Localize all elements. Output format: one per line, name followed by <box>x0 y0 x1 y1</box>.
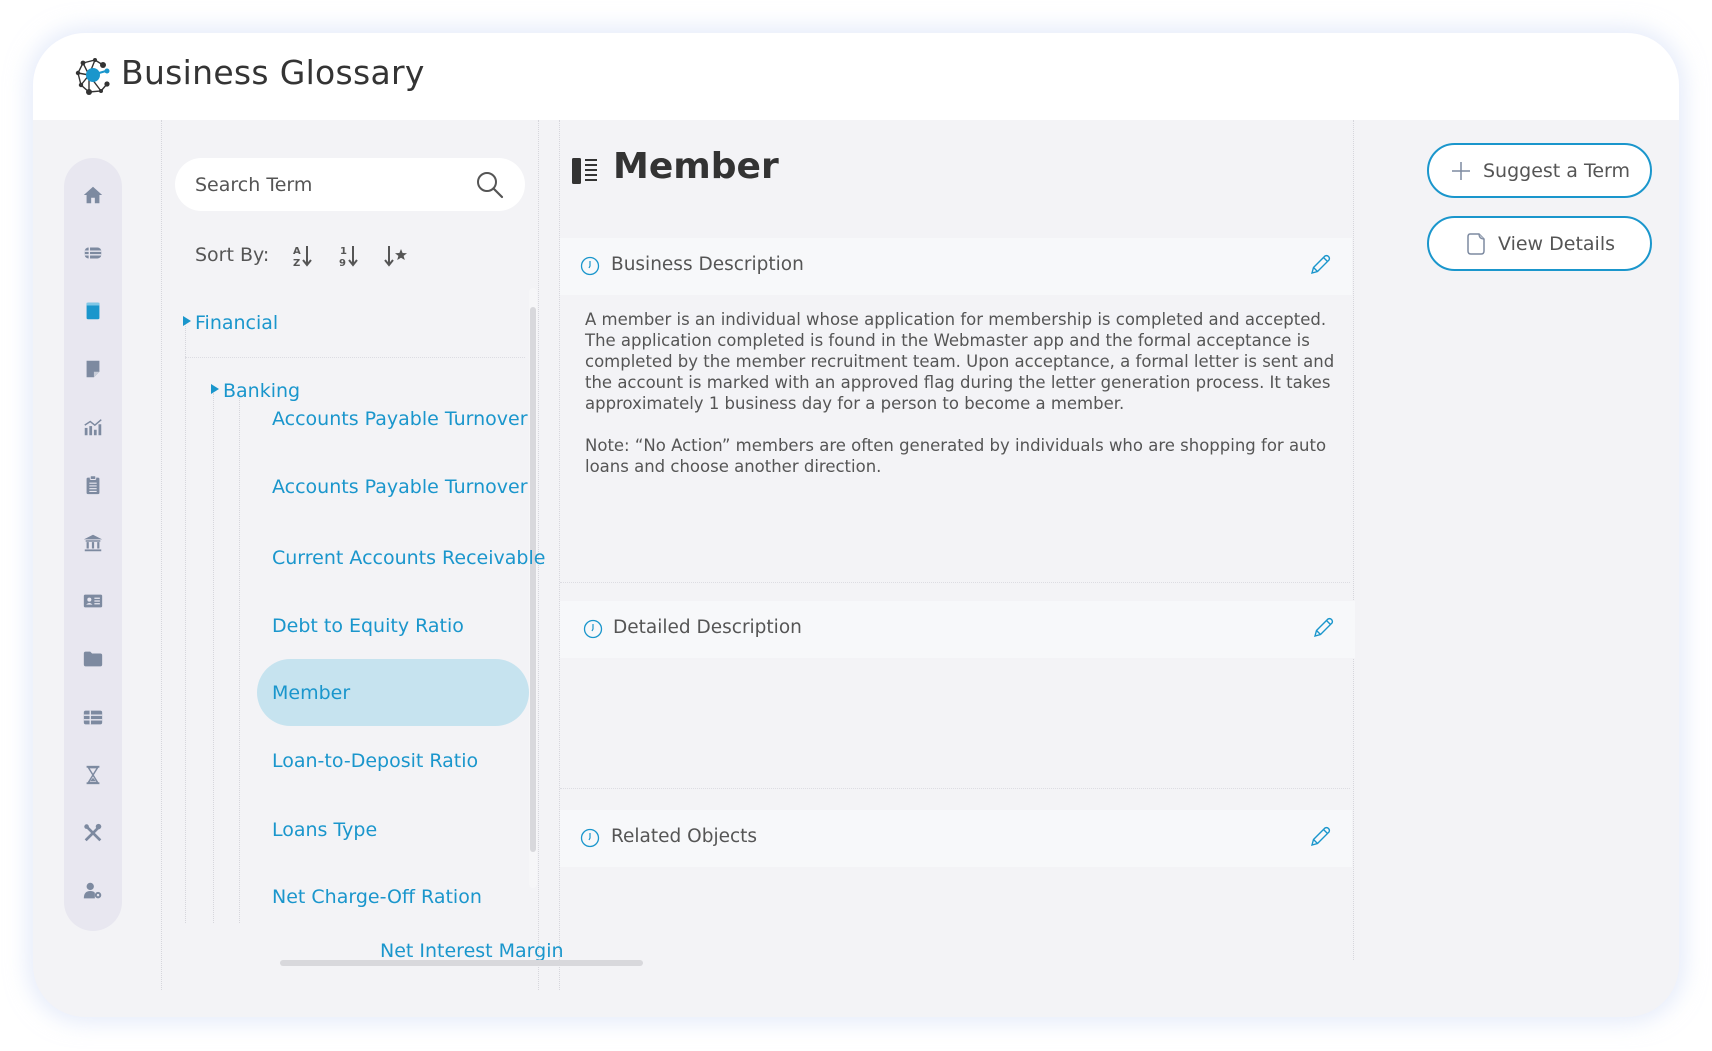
divider <box>560 788 1350 789</box>
edit-pencil-icon[interactable] <box>1308 253 1332 277</box>
suggest-term-label: Suggest a Term <box>1482 159 1631 182</box>
view-details-label: View Details <box>1498 232 1615 255</box>
sort-star-icon[interactable] <box>382 242 410 270</box>
tree-term[interactable]: Accounts Payable Turnover <box>272 476 528 498</box>
section-detailed-description: Detailed Description <box>560 601 1355 658</box>
home-icon <box>83 186 103 204</box>
section-related-objects: Related Objects <box>560 810 1352 867</box>
sidebar-item-analytics[interactable] <box>64 407 122 447</box>
edit-pencil-icon[interactable] <box>1308 825 1332 849</box>
sort-label: Sort By: <box>195 244 270 266</box>
tree-node-label: Financial <box>195 312 279 334</box>
sidebar-item-folders[interactable] <box>64 639 122 679</box>
clock-icon <box>583 619 603 639</box>
section-label: Related Objects <box>611 826 758 847</box>
term-title: Member <box>613 146 779 187</box>
view-details-button[interactable]: View Details <box>1427 216 1652 271</box>
app-header: Business Glossary <box>33 33 1679 120</box>
note-icon <box>86 360 100 378</box>
tree-node-financial[interactable]: Financial <box>183 312 278 334</box>
list-icon <box>84 247 102 259</box>
tree-term[interactable]: Accounts Payable Turnover <box>272 408 528 430</box>
tree-node-banking[interactable]: Banking <box>211 380 300 402</box>
sidebar-item-glossary[interactable] <box>64 291 122 331</box>
svg-text:Z: Z <box>293 258 300 269</box>
description-note: Note: “No Action” members are often gene… <box>585 436 1327 476</box>
sidebar-item-bank[interactable] <box>64 523 122 563</box>
grid-icon <box>83 710 103 725</box>
tree-term[interactable]: Net Charge-Off Ration <box>272 886 482 908</box>
suggest-term-button[interactable]: Suggest a Term <box>1427 143 1652 198</box>
tree-node-label: Banking <box>223 380 301 402</box>
sidebar-item-contacts[interactable] <box>64 581 122 621</box>
clipboard-icon <box>86 475 100 495</box>
tree-term-selected[interactable]: Member <box>272 682 350 704</box>
tree-term[interactable]: Loans Type <box>272 819 377 841</box>
edit-pencil-icon[interactable] <box>1311 616 1335 640</box>
sidebar-item-clipboard[interactable] <box>64 465 122 505</box>
sort-numeric-icon[interactable]: 1 9 <box>336 242 364 270</box>
business-description-text: A member is an individual whose applicat… <box>585 309 1345 477</box>
section-label: Business Description <box>611 254 804 275</box>
sidebar-item-tools[interactable] <box>64 813 122 853</box>
search-icon[interactable] <box>475 170 505 200</box>
tree-guide <box>239 393 240 923</box>
sidebar-item-user-settings[interactable] <box>64 871 122 911</box>
tree-term[interactable]: Debt to Equity Ratio <box>272 615 464 637</box>
term-icon <box>572 158 597 184</box>
book-icon <box>86 302 100 320</box>
search-input[interactable] <box>195 158 465 211</box>
sidebar-item-home[interactable] <box>64 175 122 215</box>
description-paragraph: A member is an individual whose applicat… <box>585 310 1335 413</box>
tree-guide <box>185 323 186 923</box>
tree-term[interactable]: Net Interest Margin <box>380 940 564 962</box>
caret-right-icon[interactable] <box>211 384 219 394</box>
sidebar-item-tables[interactable] <box>64 697 122 737</box>
bank-icon <box>83 534 103 552</box>
tree-guide <box>185 357 525 358</box>
chart-icon <box>84 419 102 436</box>
sidebar-item-list[interactable] <box>64 233 122 273</box>
svg-text:9: 9 <box>339 258 346 269</box>
id-card-icon <box>83 594 103 608</box>
tree-vertical-scrollbar[interactable] <box>530 307 536 852</box>
divider <box>1353 120 1354 960</box>
tree-horizontal-scrollbar[interactable] <box>280 960 643 966</box>
section-label: Detailed Description <box>613 617 802 638</box>
clock-icon <box>580 256 600 276</box>
logo-icon <box>75 58 110 95</box>
user-settings-icon <box>83 882 102 899</box>
tree-term[interactable]: Loan-to-Deposit Ratio <box>272 750 478 772</box>
sidebar-item-history[interactable] <box>64 755 122 795</box>
app-title: Business Glossary <box>121 53 425 92</box>
divider <box>161 120 162 990</box>
plus-icon <box>1451 161 1470 180</box>
caret-right-icon[interactable] <box>183 316 191 326</box>
folder-icon <box>83 651 103 667</box>
app-window: Business Glossary Search Term Sort By: A… <box>33 33 1679 1017</box>
tree-guide <box>213 393 214 923</box>
svg-text:A: A <box>293 246 301 257</box>
sidebar-item-notes[interactable] <box>64 349 122 389</box>
sort-alpha-icon[interactable]: A Z <box>290 242 318 270</box>
tools-icon <box>84 823 102 842</box>
tree-term[interactable]: Current Accounts Receivable <box>272 547 545 569</box>
divider <box>560 582 1350 583</box>
hourglass-icon <box>86 765 100 785</box>
document-icon <box>1467 232 1485 255</box>
section-business-description: Business Description <box>560 238 1352 295</box>
search-box <box>175 158 525 211</box>
clock-icon <box>580 828 600 848</box>
icon-sidebar <box>64 158 122 931</box>
svg-text:1: 1 <box>340 246 347 257</box>
